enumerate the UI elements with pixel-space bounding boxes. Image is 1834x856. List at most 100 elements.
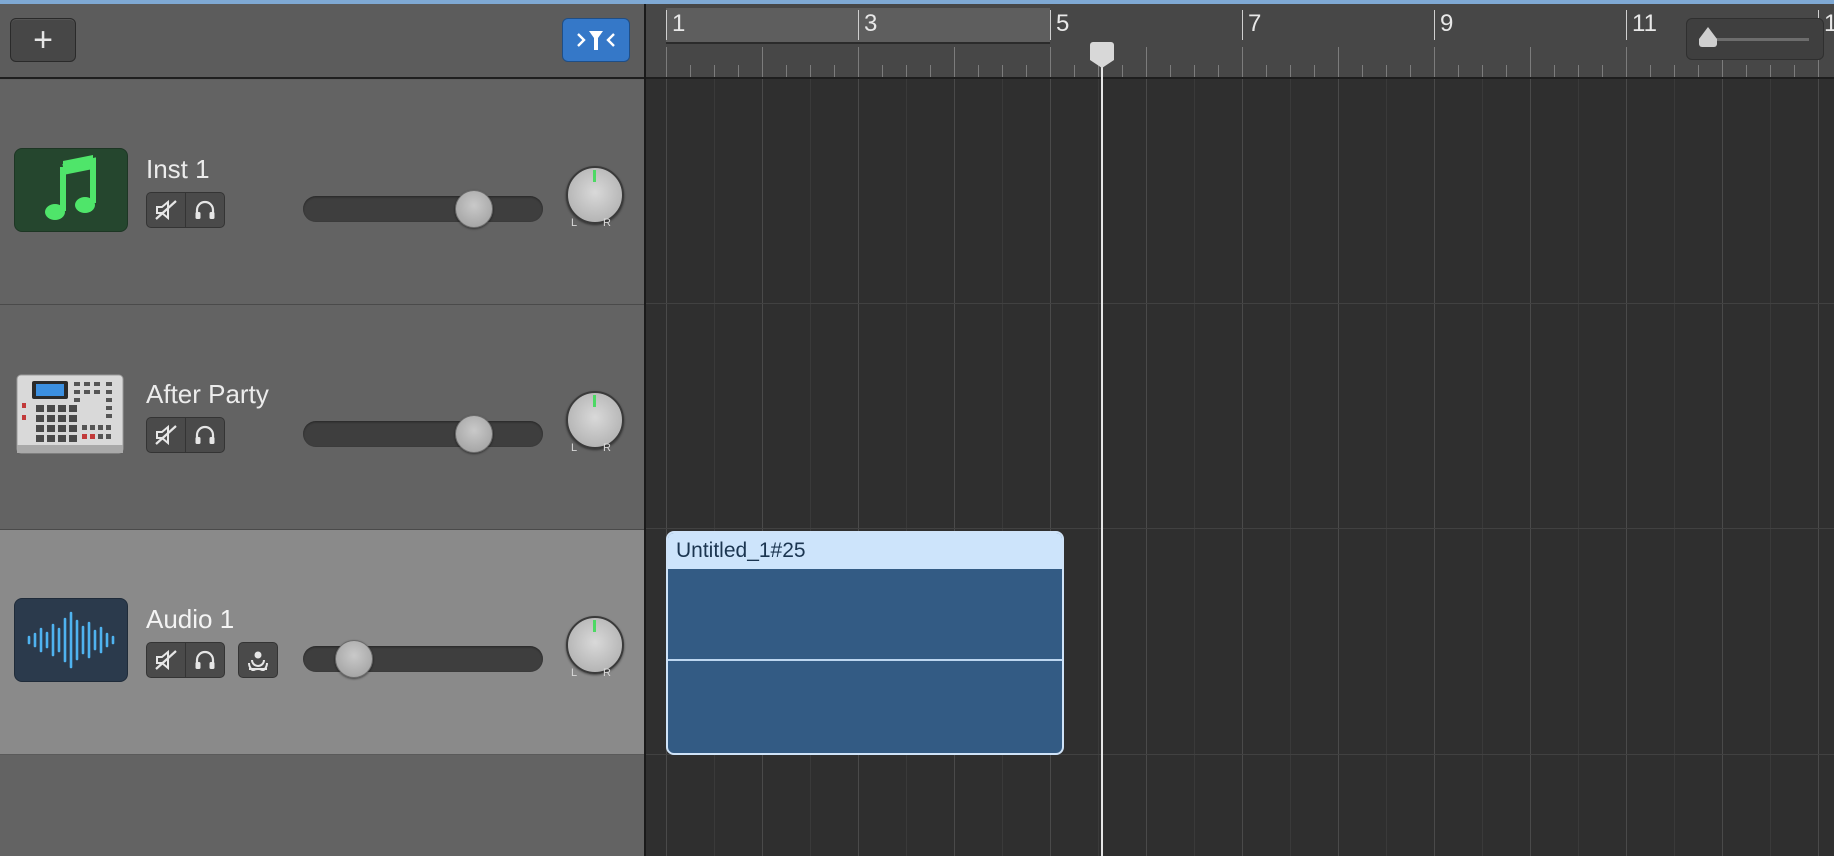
track-list-empty-area[interactable] xyxy=(0,755,644,856)
lane-separator xyxy=(646,528,1834,529)
volume-slider-thumb[interactable] xyxy=(335,640,373,678)
grid-line xyxy=(1434,79,1435,856)
volume-slider-thumb[interactable] xyxy=(455,190,493,228)
grid-line xyxy=(1722,79,1723,856)
pan-indicator xyxy=(593,620,596,632)
bar-marker xyxy=(1626,10,1627,40)
ruler-tick xyxy=(1650,65,1651,77)
track-header-audio-1[interactable]: Audio 1 L R xyxy=(0,530,644,755)
bar-marker xyxy=(1242,10,1243,40)
ruler-tick xyxy=(666,47,667,77)
bar-ruler[interactable]: 1 3 5 7 9 11 1 xyxy=(646,4,1834,79)
ruler-tick xyxy=(858,47,859,77)
input-monitoring-button[interactable] xyxy=(238,642,278,678)
region-name[interactable]: Untitled_1#25 xyxy=(668,533,1062,569)
bar-number: 7 xyxy=(1248,10,1262,37)
ruler-tick xyxy=(1554,65,1555,77)
pan-right-label: R xyxy=(603,442,611,454)
volume-slider[interactable] xyxy=(303,640,543,678)
plus-icon: + xyxy=(33,21,53,59)
mute-button[interactable] xyxy=(146,417,186,453)
ruler-tick xyxy=(930,65,931,77)
ruler-tick xyxy=(762,47,763,77)
add-track-button[interactable]: + xyxy=(10,18,76,62)
ruler-tick xyxy=(1458,65,1459,77)
waveform-icon xyxy=(27,611,115,669)
pan-indicator xyxy=(593,170,596,182)
track-icon-after-party[interactable] xyxy=(14,373,126,455)
playhead-line[interactable] xyxy=(1101,52,1103,856)
track-name[interactable]: Inst 1 xyxy=(146,154,210,185)
track-header-after-party[interactable]: After Party L R xyxy=(0,305,644,530)
mute-speaker-icon xyxy=(155,199,177,221)
ruler-tick xyxy=(1194,65,1195,77)
ruler-tick xyxy=(1122,65,1123,77)
track-name[interactable]: After Party xyxy=(146,379,269,410)
ruler-tick xyxy=(1410,65,1411,77)
bar-number: 3 xyxy=(864,10,878,37)
ruler-tick xyxy=(1218,65,1219,77)
ruler-tick xyxy=(954,47,955,77)
grid-line xyxy=(1098,79,1099,856)
ruler-tick xyxy=(1290,65,1291,77)
ruler-tick xyxy=(1746,65,1747,77)
ruler-tick xyxy=(1026,65,1027,77)
headphones-icon xyxy=(195,200,215,219)
mute-button[interactable] xyxy=(146,642,186,678)
playhead-handle-tip xyxy=(1090,60,1114,68)
grid-line xyxy=(1146,79,1147,856)
pan-knob[interactable] xyxy=(566,616,624,674)
bar-marker xyxy=(858,10,859,40)
bar-number: 9 xyxy=(1440,10,1454,37)
ruler-tick xyxy=(1602,65,1603,77)
solo-button[interactable] xyxy=(185,192,225,228)
track-icon-audio-1[interactable] xyxy=(14,598,128,682)
ruler-tick xyxy=(1482,65,1483,77)
grid-line xyxy=(1194,79,1195,856)
solo-button[interactable] xyxy=(185,642,225,678)
ruler-tick xyxy=(1794,65,1795,77)
ruler-tick xyxy=(786,65,787,77)
playhead-handle[interactable] xyxy=(1090,42,1114,60)
ruler-tick xyxy=(1626,47,1627,77)
horizontal-zoom-slider[interactable] xyxy=(1686,18,1824,60)
track-filter-button[interactable] xyxy=(562,18,630,62)
track-icon-inst-1[interactable] xyxy=(14,148,128,232)
ruler-tick xyxy=(1386,65,1387,77)
ruler-tick xyxy=(1338,47,1339,77)
zoom-slider-thumb-base xyxy=(1699,39,1717,47)
grid-line xyxy=(1482,79,1483,856)
audio-region[interactable]: Untitled_1#25 xyxy=(666,531,1064,755)
drum-machine-icon xyxy=(16,374,124,454)
pan-knob[interactable] xyxy=(566,166,624,224)
ruler-tick xyxy=(1698,65,1699,77)
volume-slider-thumb[interactable] xyxy=(455,415,493,453)
bar-number: 1 xyxy=(1824,10,1834,37)
volume-slider[interactable] xyxy=(303,190,543,228)
volume-slider[interactable] xyxy=(303,415,543,453)
music-note-icon xyxy=(45,155,96,220)
ruler-tick xyxy=(1506,65,1507,77)
ruler-tick xyxy=(882,65,883,77)
pan-right-label: R xyxy=(603,667,611,679)
arrange-area[interactable]: Untitled_1#25 xyxy=(646,79,1834,856)
ruler-tick xyxy=(1146,47,1147,77)
track-header-inst-1[interactable]: Inst 1 L R xyxy=(0,80,644,305)
pan-left-label: L xyxy=(571,442,578,454)
ruler-tick xyxy=(1434,47,1435,77)
ruler-tick xyxy=(1674,65,1675,77)
track-name[interactable]: Audio 1 xyxy=(146,604,234,635)
grid-line xyxy=(1242,79,1243,856)
grid-line xyxy=(1674,79,1675,856)
solo-button[interactable] xyxy=(185,417,225,453)
ruler-tick xyxy=(1074,65,1075,77)
ruler-tick xyxy=(1050,47,1051,77)
mute-button[interactable] xyxy=(146,192,186,228)
ruler-tick xyxy=(1266,65,1267,77)
headphones-icon xyxy=(195,425,215,444)
grid-line xyxy=(1386,79,1387,856)
bar-number: 5 xyxy=(1056,10,1070,37)
pan-knob[interactable] xyxy=(566,391,624,449)
ruler-tick xyxy=(1170,65,1171,77)
zoom-slider-thumb[interactable] xyxy=(1699,27,1717,39)
